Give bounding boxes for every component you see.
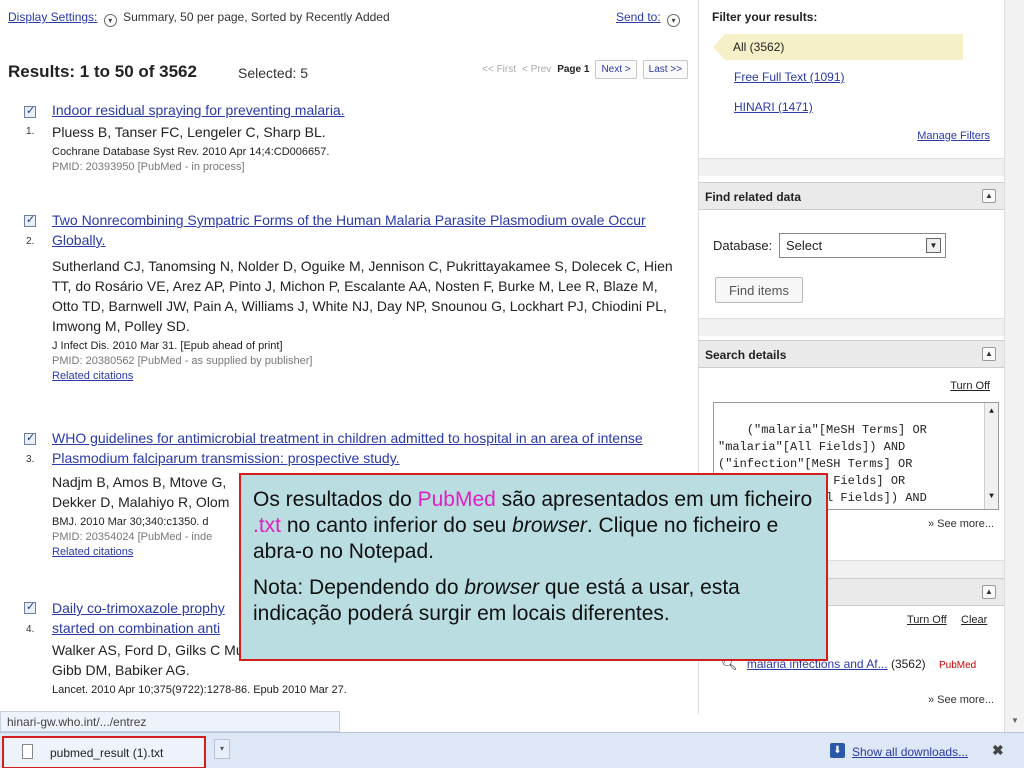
callout-pubmed: PubMed [417,488,496,511]
callout-browser: browser [464,576,540,599]
results-header: Results: 1 to 50 of 3562 Selected: 5 << … [8,60,688,82]
send-to-link[interactable]: Send to: [616,10,661,24]
callout-text: Nota: Dependendo do [253,576,465,599]
result-number: 2. [26,236,35,247]
file-icon [22,744,33,759]
filter-heading: Filter your results: [712,10,818,24]
result-authors: Sutherland CJ, Tanomsing N, Nolder D, Og… [52,258,673,334]
callout-text: Os resultados do [253,488,418,511]
current-page: Page 1 [557,64,590,75]
collapse-icon[interactable]: ▲ [982,189,996,203]
database-select-value: Select [786,238,823,253]
result-number: 3. [26,454,35,465]
results-count-title: Results: 1 to 50 of 3562 [8,62,197,81]
find-related-data-header: Find related data ▲ [699,182,1004,210]
download-bar: pubmed_result (1).txt ▾ ⬇ Show all downl… [0,732,1024,768]
send-to-menu[interactable]: Send to: ▾ [616,10,683,27]
result-checkbox[interactable] [24,431,36,445]
result-pmid: PMID: 20380562 [PubMed - as supplied by … [52,355,313,367]
result-citation: Cochrane Database Syst Rev. 2010 Apr 14;… [52,146,330,158]
first-page-link: << First [482,64,517,75]
result-pmid: PMID: 20393950 [PubMed - in process] [52,161,245,173]
filter-hinari[interactable]: HINARI (1471) [734,100,813,114]
callout-paragraph-1: Os resultados do PubMed são apresentados… [253,487,814,565]
result-checkbox[interactable] [24,104,36,118]
result-number: 4. [26,624,35,635]
page-scrollbar[interactable]: ▼ [1004,0,1024,732]
download-menu-button[interactable]: ▾ [214,739,230,759]
divider [699,318,1004,336]
display-settings-link[interactable]: Display Settings: [8,10,97,24]
recent-activity-turn-off[interactable]: Turn Off [907,614,947,626]
result-authors: Nadjm B, Amos B, Mtove G, Dekker D, Mala… [52,474,230,510]
callout-text: no canto inferior do seu [281,514,513,537]
panel-title: Search details [705,348,787,362]
download-item[interactable]: pubmed_result (1).txt [2,736,206,768]
download-icon: ⬇ [830,743,845,758]
callout-paragraph-2: Nota: Dependendo do browser que está a u… [253,575,814,627]
scroll-down-icon[interactable]: ▼ [1011,716,1019,725]
result-citation: J Infect Dis. 2010 Mar 31. [Epub ahead o… [52,340,283,352]
next-page-button[interactable]: Next > [595,60,637,79]
collapse-icon[interactable]: ▲ [982,347,996,361]
database-select[interactable]: Select ▼ [779,233,946,258]
search-details-see-more[interactable]: » See more... [928,518,994,530]
result-title-link[interactable]: WHO guidelines for antimicrobial treatme… [52,428,682,468]
pager: << First < Prev Page 1 Next > Last >> [482,60,688,79]
search-details-turn-off[interactable]: Turn Off [950,380,990,392]
result-title-link[interactable]: Two Nonrecombining Sympatric Forms of th… [52,210,682,250]
chevron-down-icon[interactable]: ▼ [926,238,941,253]
selected-count: Selected: 5 [238,65,309,81]
instruction-callout: Os resultados do PubMed são apresentados… [239,473,828,661]
result-title-link[interactable]: Indoor residual spraying for preventing … [52,100,682,120]
display-settings-value: Summary, 50 per page, Sorted by Recently… [123,10,390,24]
result-checkbox[interactable] [24,213,36,227]
display-settings-bar: Display Settings: ▾ Summary, 50 per page… [8,10,683,27]
close-icon[interactable]: ✖ [992,742,1004,759]
search-details-header: Search details ▲ [699,340,1004,368]
recent-search-count: (3562) [890,657,926,671]
filter-all[interactable]: All (3562) [713,34,963,60]
recent-activity-clear[interactable]: Clear [961,614,987,626]
callout-text: são apresentados em um ficheiro [495,488,813,511]
manage-filters-link[interactable]: Manage Filters [917,130,990,142]
textarea-scrollbar[interactable]: ▲ ▼ [984,403,998,509]
panel-title: Find related data [705,190,802,204]
last-page-button[interactable]: Last >> [642,60,688,79]
callout-browser: browser [512,514,587,537]
filter-free-full-text[interactable]: Free Full Text (1091) [734,70,845,84]
database-label: Database: [713,238,773,253]
result-authors: Pluess B, Tanser FC, Lengeler C, Sharp B… [52,124,326,140]
chevron-down-icon[interactable]: ▾ [103,14,117,27]
collapse-icon[interactable]: ▲ [982,585,996,599]
divider [699,158,1004,176]
find-items-button[interactable]: Find items [715,277,803,303]
show-all-downloads-link[interactable]: Show all downloads... [852,745,968,759]
prev-page-link: < Prev [522,64,552,75]
result-citation: Lancet. 2010 Apr 10;375(9722):1278-86. E… [52,684,347,696]
callout-txt: .txt [253,514,282,537]
result-number: 1. [26,126,35,137]
recent-search-db: PubMed [938,660,977,671]
result-title-link[interactable]: Daily co-trimoxazole prophy started on c… [52,598,242,638]
chevron-down-icon[interactable]: ▾ [667,14,680,27]
download-filename: pubmed_result (1).txt [50,746,164,760]
status-bar-url: hinari-gw.who.int/.../entrez [0,711,340,732]
related-citations-link[interactable]: Related citations [52,369,682,384]
recent-activity-see-more[interactable]: » See more... [928,694,994,706]
result-checkbox[interactable] [24,600,36,614]
